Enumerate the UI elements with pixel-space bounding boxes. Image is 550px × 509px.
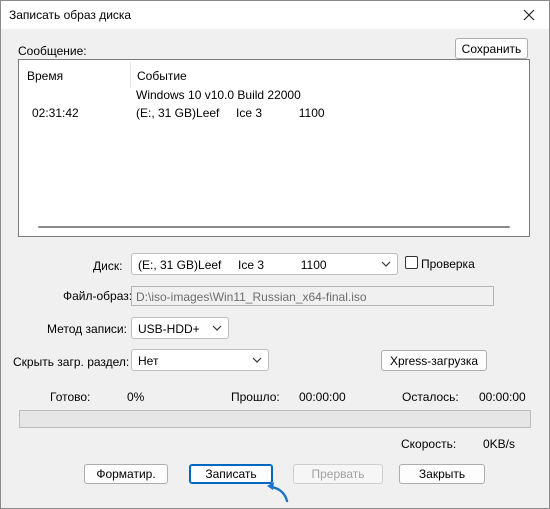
write-button[interactable]: Записать	[189, 464, 273, 484]
remaining-label: Осталось:	[402, 390, 459, 404]
chevron-down-icon	[252, 353, 262, 370]
hide-partition-select[interactable]: Нет	[131, 349, 269, 371]
elapsed-value: 00:00:00	[299, 390, 346, 404]
hide-partition-label: Скрыть загр. раздел:	[13, 355, 130, 369]
chevron-down-icon	[381, 257, 391, 274]
log-row-event: Windows 10 v10.0 Build 22000	[136, 88, 301, 102]
write-progress-bar	[19, 410, 531, 428]
close-window-button[interactable]	[515, 4, 543, 26]
save-log-button[interactable]: Сохранить	[455, 38, 528, 59]
log-row-event: (E:, 31 GB)Leef Ice 3 1100	[136, 106, 325, 120]
abort-button[interactable]: Прервать	[293, 464, 383, 484]
hide-partition-value: Нет	[138, 354, 159, 368]
xpress-boot-button[interactable]: Xpress-загрузка	[381, 350, 487, 371]
message-log[interactable]: Время Событие 02:31:42 Windows 10 v10.0 …	[18, 59, 530, 237]
write-method-value: USB-HDD+	[138, 322, 200, 336]
image-file-label: Файл-образ:	[63, 289, 133, 303]
scrollbar-thumb[interactable]	[38, 226, 510, 228]
format-button[interactable]: Форматир.	[84, 464, 168, 484]
done-label: Готово:	[50, 390, 91, 404]
verify-label[interactable]: Проверка	[421, 257, 475, 271]
column-header-time[interactable]: Время	[27, 69, 63, 83]
done-value: 0%	[127, 390, 145, 404]
disk-select[interactable]: (E:, 31 GB)Leef Ice 3 1100	[131, 253, 398, 275]
remaining-value: 00:00:00	[479, 390, 526, 404]
burn-image-dialog: Записать образ диска Сообщение: Сохранит…	[0, 0, 550, 509]
window-title: Записать образ диска	[9, 8, 132, 22]
horizontal-scrollbar[interactable]	[20, 219, 528, 235]
image-file-path: D:\iso-images\Win11_Russian_x64-final.is…	[136, 290, 367, 304]
message-label: Сообщение:	[18, 44, 87, 58]
speed-label: Скорость:	[401, 437, 457, 451]
column-header-event[interactable]: Событие	[137, 69, 187, 83]
disk-select-value: (E:, 31 GB)Leef Ice 3 1100	[138, 258, 327, 272]
log-row-time: 02:31:42	[32, 106, 79, 120]
close-button[interactable]: Закрыть	[399, 464, 485, 484]
verify-checkbox[interactable]	[405, 256, 418, 269]
image-file-field[interactable]: D:\iso-images\Win11_Russian_x64-final.is…	[131, 286, 494, 306]
close-icon	[523, 9, 535, 21]
write-method-select[interactable]: USB-HDD+	[131, 317, 229, 339]
speed-value: 0KB/s	[483, 437, 516, 451]
title-bar: Записать образ диска	[1, 1, 549, 29]
elapsed-label: Прошло:	[231, 390, 280, 404]
write-method-label: Метод записи:	[47, 322, 127, 336]
column-divider[interactable]	[130, 62, 131, 88]
chevron-down-icon	[212, 321, 222, 338]
curved-arrow-cursor-icon	[267, 482, 289, 503]
disk-label: Диск:	[93, 259, 123, 273]
